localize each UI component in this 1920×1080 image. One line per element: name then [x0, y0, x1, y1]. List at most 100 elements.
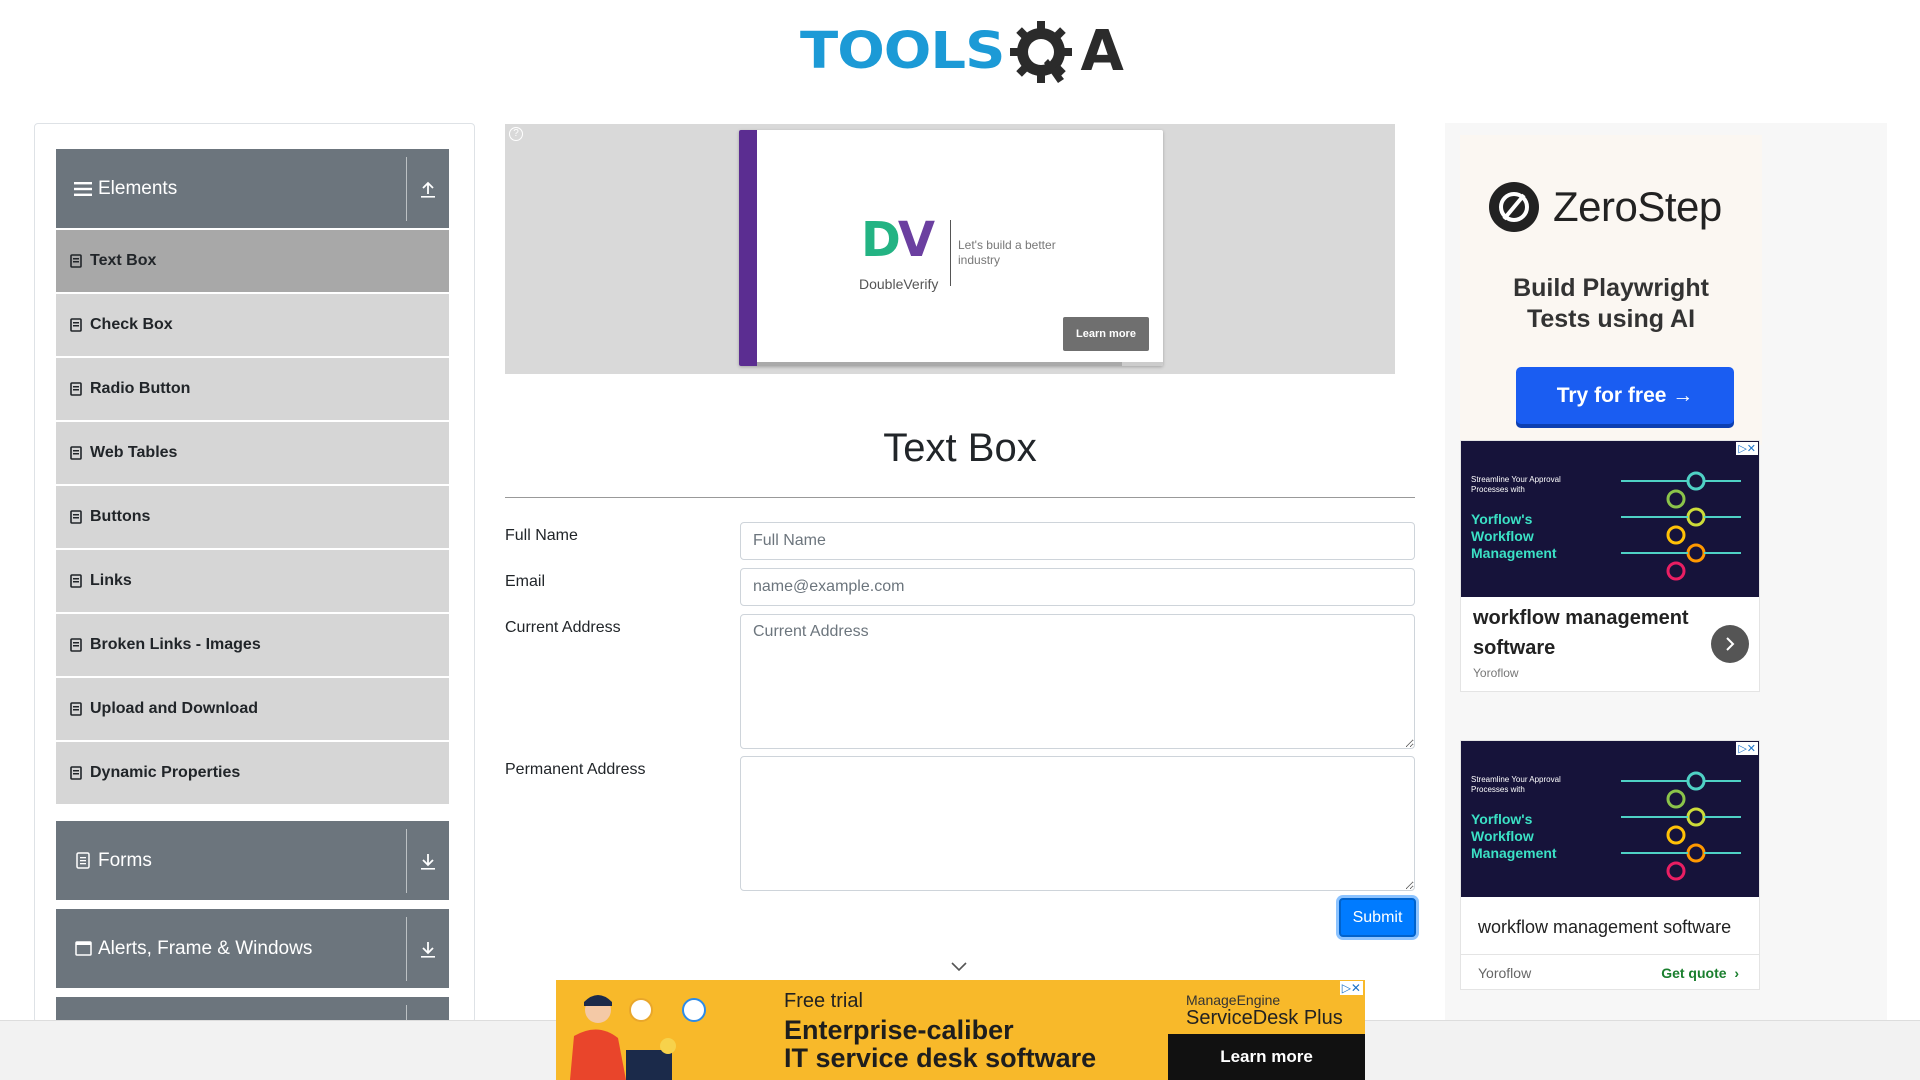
adchoices-icon[interactable]: ▷✕	[1339, 981, 1363, 995]
ad-image-headline: Yorflow's Workflow Management	[1471, 811, 1557, 861]
list-icon	[70, 509, 84, 525]
logo-tools-text: TOOLS	[800, 22, 1005, 81]
full-name-input[interactable]	[740, 522, 1415, 560]
bottom-banner-ad[interactable]: Free trial Enterprise-caliber IT service…	[556, 980, 1365, 1080]
ad-image-caption: Streamline Your Approval Processes with	[1471, 775, 1561, 794]
list-icon	[70, 381, 84, 397]
zerostep-logo: ZeroStep	[1487, 177, 1787, 237]
group-label: Elements	[98, 177, 178, 199]
divider	[950, 220, 951, 286]
current-address-label: Current Address	[505, 619, 621, 636]
ad-stripe	[739, 130, 757, 366]
group-label: Forms	[98, 849, 152, 871]
arrow-down-icon[interactable]	[407, 852, 449, 870]
menu-item-label: Dynamic Properties	[90, 764, 241, 781]
menu-item-text-box[interactable]: Text Box	[56, 230, 449, 292]
chevron-right-icon: ›	[1730, 965, 1739, 981]
list-icon	[70, 637, 84, 653]
group-label: Alerts, Frame & Windows	[98, 937, 313, 959]
workflow-ad-title[interactable]: workflow management software	[1473, 603, 1703, 663]
submit-button[interactable]: Submit	[1339, 898, 1416, 937]
menu-item-upload-and-download[interactable]: Upload and Download	[56, 678, 449, 740]
menu-item-check-box[interactable]: Check Box	[56, 294, 449, 356]
current-address-textarea[interactable]	[740, 614, 1415, 749]
arrow-up-icon[interactable]	[407, 180, 449, 198]
bottom-ad-product: ServiceDesk Plus	[1186, 1007, 1343, 1029]
workflow-ad-image: Streamline Your Approval Processes with …	[1461, 741, 1759, 897]
menu-item-radio-button[interactable]: Radio Button	[56, 358, 449, 420]
list-icon	[70, 573, 84, 589]
dv-brand-name: DoubleVerify	[859, 276, 939, 292]
divider	[1461, 954, 1759, 955]
group-alerts-frame-windows[interactable]: Alerts, Frame & Windows	[56, 909, 449, 988]
workflow-diagram-graphic	[1621, 771, 1741, 881]
menu-item-label: Web Tables	[90, 444, 178, 461]
video-progress-bar[interactable]	[757, 362, 1163, 366]
group-forms[interactable]: Forms	[56, 821, 449, 900]
top-banner-ad[interactable]: ? DV DoubleVerify Let's build a better i…	[505, 124, 1395, 374]
list-icon	[70, 445, 84, 461]
ad-info-icon[interactable]: ?	[509, 127, 523, 141]
page-title: Text Box	[883, 426, 1037, 470]
list-icon	[70, 701, 84, 717]
menu-item-web-tables[interactable]: Web Tables	[56, 422, 449, 484]
email-label: Email	[505, 573, 546, 590]
get-quote-label: Get quote	[1661, 965, 1727, 981]
adchoices-icon[interactable]: ▷✕	[1736, 742, 1758, 755]
permanent-address-label: Permanent Address	[505, 761, 646, 778]
hamburger-icon	[72, 178, 94, 200]
permanent-address-textarea[interactable]	[740, 756, 1415, 891]
page: TOOLS A Elements Text Box Check Box Radi…	[0, 0, 1920, 1080]
full-name-label: Full Name	[505, 527, 578, 544]
bottom-ad-headline-2: IT service desk software	[784, 1043, 1097, 1073]
email-input[interactable]	[740, 568, 1415, 606]
document-icon	[72, 850, 94, 872]
arrow-down-icon[interactable]	[407, 940, 449, 958]
workflow-diagram-graphic	[1621, 471, 1741, 581]
menu-item-label: Text Box	[90, 252, 157, 269]
zerostep-brand: ZeroStep	[1553, 183, 1722, 230]
learn-more-button[interactable]: Learn more	[1063, 317, 1149, 351]
menu-item-broken-links-images[interactable]: Broken Links - Images	[56, 614, 449, 676]
chevron-right-icon[interactable]	[1711, 625, 1749, 663]
chevron-down-icon[interactable]	[950, 960, 968, 972]
dv-tagline: Let's build a better industry	[958, 238, 1056, 267]
menu-item-label: Upload and Download	[90, 700, 258, 717]
menu-item-label: Radio Button	[90, 380, 191, 397]
adchoices-icon[interactable]: ▷✕	[1736, 442, 1758, 455]
workflow-ad-1[interactable]: Streamline Your Approval Processes with …	[1460, 440, 1760, 692]
ad-image-caption: Streamline Your Approval Processes with	[1471, 475, 1561, 494]
try-for-free-button[interactable]: Try for free →	[1516, 367, 1734, 424]
menu-item-buttons[interactable]: Buttons	[56, 486, 449, 548]
bottom-ad-brand: ManageEngine	[1186, 992, 1281, 1008]
workflow-ad-title[interactable]: workflow management software	[1478, 917, 1731, 938]
menu-item-dynamic-properties[interactable]: Dynamic Properties	[56, 742, 449, 804]
menu-item-label: Buttons	[90, 508, 151, 525]
get-quote-link[interactable]: Get quote ›	[1661, 965, 1739, 981]
dv-logo: DV	[861, 212, 935, 268]
left-sidebar: Elements Text Box Check Box Radio Button…	[34, 123, 475, 1023]
list-icon	[70, 317, 84, 333]
title-divider	[505, 497, 1415, 498]
logo-a-text: A	[1080, 19, 1124, 84]
zerostep-tagline: Build Playwright Tests using AI	[1513, 274, 1709, 333]
site-logo[interactable]: TOOLS A	[800, 14, 1124, 90]
ad-image-headline: Yorflow's Workflow Management	[1471, 511, 1557, 561]
workflow-ad-advertiser: Yoroflow	[1473, 666, 1519, 680]
person-laptop-illustration	[570, 995, 706, 1080]
doubleverify-ad-card[interactable]: DV DoubleVerify Let's build a better ind…	[739, 130, 1163, 366]
window-icon	[72, 938, 94, 960]
workflow-ad-image: Streamline Your Approval Processes with …	[1461, 441, 1759, 597]
bottom-ad-headline-1: Enterprise-caliber	[784, 1015, 1014, 1045]
learn-more-button[interactable]: Learn more	[1168, 1034, 1365, 1080]
menu-item-label: Broken Links - Images	[90, 636, 261, 653]
zerostep-ad[interactable]: ZeroStep Build Playwright Tests using AI…	[1460, 135, 1762, 445]
workflow-ad-advertiser: Yoroflow	[1478, 965, 1532, 981]
list-icon	[70, 253, 84, 269]
group-elements[interactable]: Elements	[56, 149, 449, 228]
right-ad-column: ZeroStep Build Playwright Tests using AI…	[1445, 123, 1887, 1043]
gear-q-icon	[1008, 17, 1078, 87]
workflow-ad-2[interactable]: Streamline Your Approval Processes with …	[1460, 740, 1760, 990]
menu-item-links[interactable]: Links	[56, 550, 449, 612]
zerostep-logo-icon	[1489, 182, 1539, 232]
